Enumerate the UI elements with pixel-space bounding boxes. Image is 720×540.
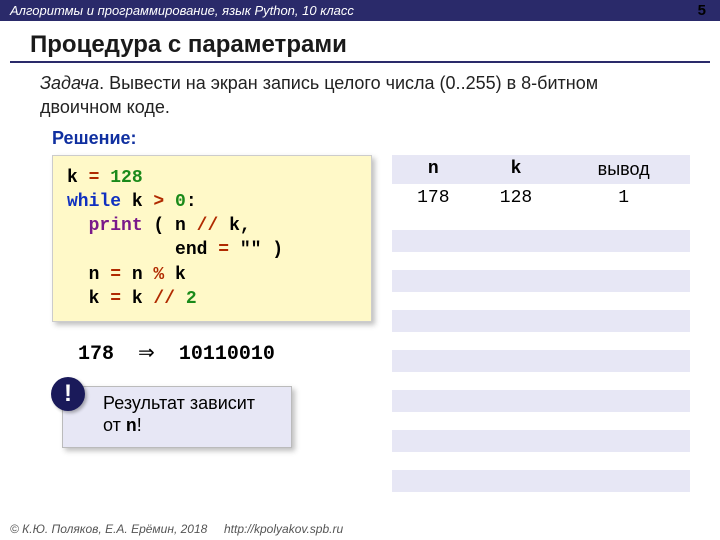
note-tail: ! xyxy=(137,415,142,435)
copyright: © К.Ю. Поляков, Е.А. Ерёмин, 2018 xyxy=(10,522,207,536)
slide-title: Процедура с параметрами xyxy=(10,25,710,63)
example-input: 178 xyxy=(78,343,114,366)
stripe-row xyxy=(392,270,690,292)
code-block: k = 128 while k > 0: print ( n // k, end… xyxy=(52,155,372,323)
header-strip: Алгоритмы и программирование, язык Pytho… xyxy=(0,0,720,21)
stripe-row xyxy=(392,310,690,332)
task-body: . Вывести на экран запись целого числа (… xyxy=(40,73,598,117)
table-row: 178 128 1 xyxy=(392,184,690,212)
stripe-row xyxy=(392,230,690,252)
solution-label: Решение: xyxy=(0,124,720,155)
col-out: вывод xyxy=(557,155,690,184)
stripe-row xyxy=(392,390,690,412)
content-area: k = 128 while k > 0: print ( n // k, end… xyxy=(0,155,720,492)
right-column: n k вывод 178 128 1 xyxy=(372,155,690,492)
task-label: Задача xyxy=(40,73,99,93)
stripe-row xyxy=(392,350,690,372)
arrow-icon: ⇒ xyxy=(138,342,155,364)
stripe-row xyxy=(392,470,690,492)
col-n: n xyxy=(392,155,475,184)
example-line: 178 ⇒ 10110010 xyxy=(52,322,372,366)
note-box: ! Результат зависит от n! xyxy=(62,386,292,447)
task-text: Задача. Вывести на экран запись целого ч… xyxy=(0,69,720,124)
left-column: k = 128 while k > 0: print ( n // k, end… xyxy=(52,155,372,492)
page-number: 5 xyxy=(698,2,706,19)
table-header-row: n k вывод xyxy=(392,155,690,184)
example-output: 10110010 xyxy=(179,343,275,366)
exclamation-icon: ! xyxy=(51,377,85,411)
footer-link[interactable]: http://kpolyakov.spb.ru xyxy=(224,522,343,536)
footer: © К.Ю. Поляков, Е.А. Ерёмин, 2018 http:/… xyxy=(10,522,343,536)
trace-table: n k вывод 178 128 1 xyxy=(392,155,690,212)
col-k: k xyxy=(475,155,558,184)
stripe-row xyxy=(392,430,690,452)
course-title: Алгоритмы и программирование, язык Pytho… xyxy=(10,3,354,18)
note-var: n xyxy=(126,417,137,437)
